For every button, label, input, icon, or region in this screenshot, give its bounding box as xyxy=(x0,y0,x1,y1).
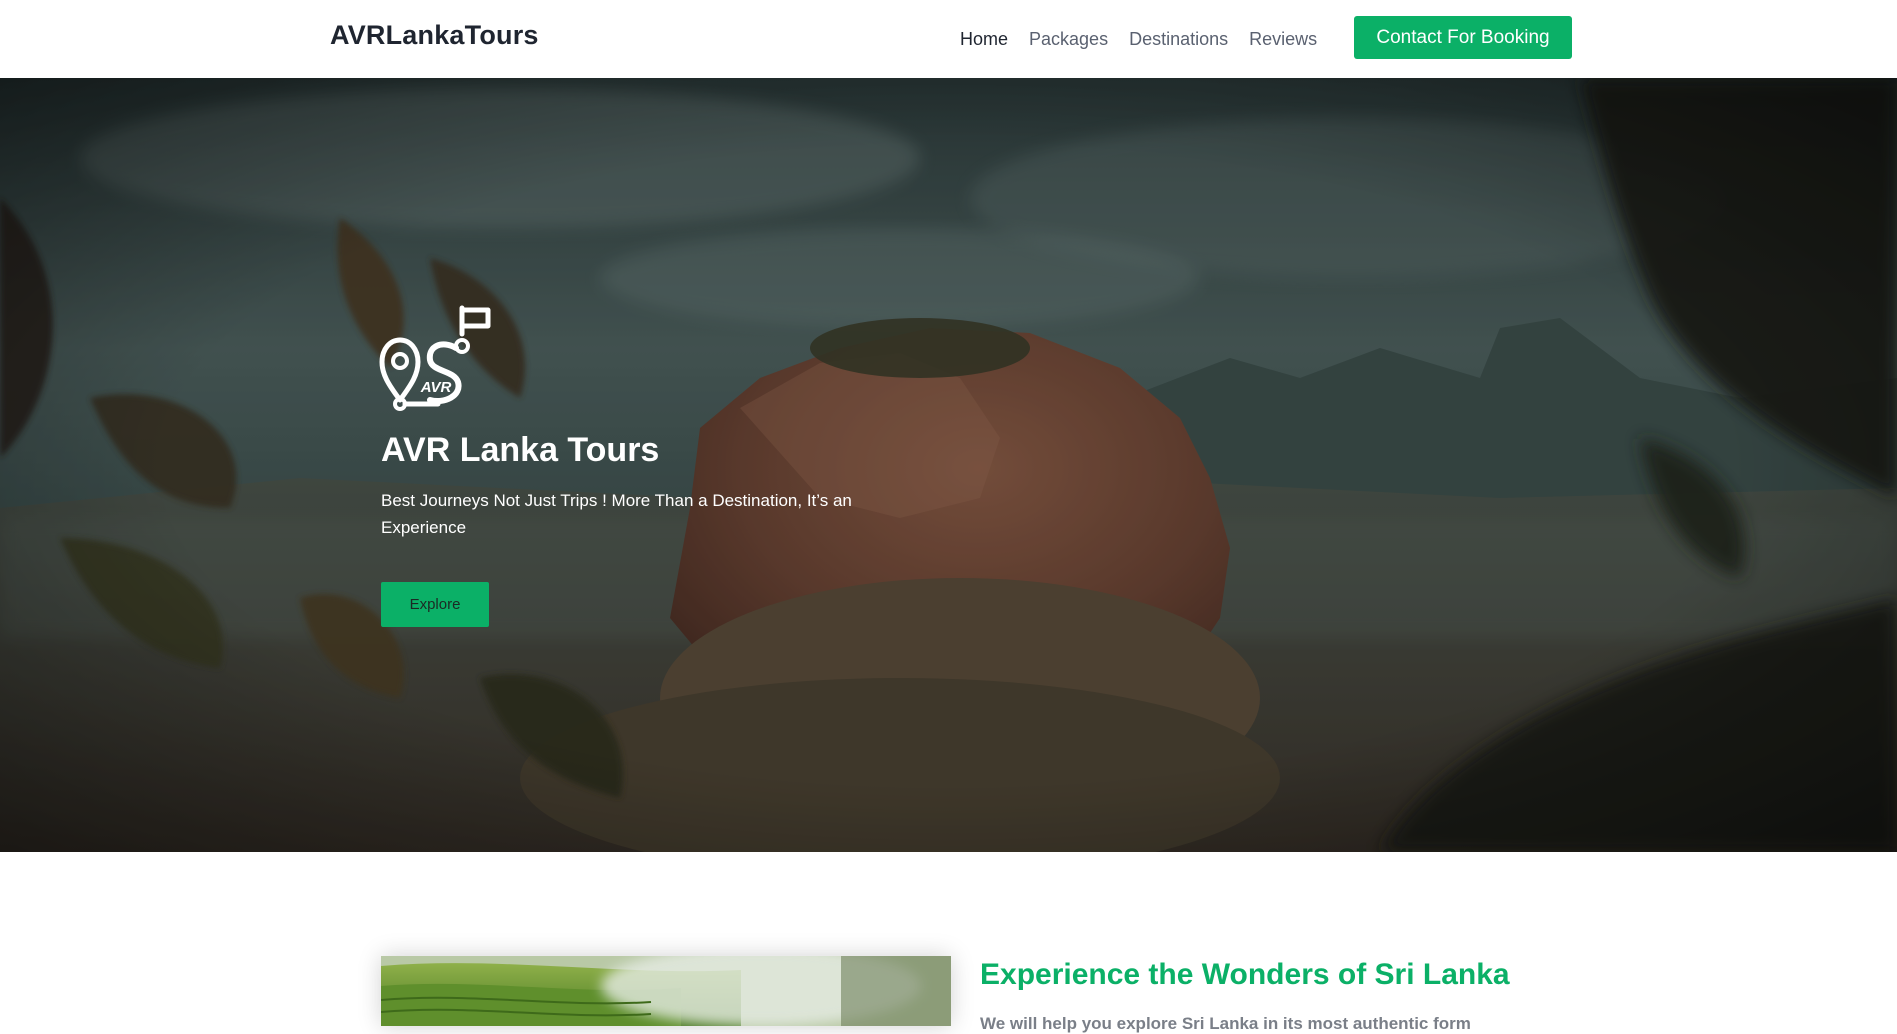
explore-button[interactable]: Explore xyxy=(381,582,489,627)
intro-text: We will help you explore Sri Lanka in it… xyxy=(980,1014,1471,1033)
main-nav: Home Packages Destinations Reviews xyxy=(960,0,1338,78)
contact-for-booking-button[interactable]: Contact For Booking xyxy=(1354,16,1572,59)
brand-logo-link[interactable]: AVRLankaTours xyxy=(330,20,539,51)
intro-image xyxy=(381,956,951,1026)
hero-title: AVR Lanka Tours xyxy=(381,431,660,469)
top-navbar: AVRLankaTours Home Packages Destinations… xyxy=(0,0,1897,78)
nav-link-home[interactable]: Home xyxy=(960,29,1008,50)
hero-dark-overlay xyxy=(0,78,1897,852)
intro-heading: Experience the Wonders of Sri Lanka xyxy=(980,958,1510,991)
nav-link-destinations[interactable]: Destinations xyxy=(1129,29,1228,50)
avr-route-logo-icon: AVR xyxy=(379,305,491,411)
nav-link-packages[interactable]: Packages xyxy=(1029,29,1108,50)
avr-logo-text: AVR xyxy=(420,379,452,396)
hero-section: AVR AVR Lanka Tours Best Journeys Not Ju… xyxy=(0,78,1897,852)
hero-subtitle: Best Journeys Not Just Trips ! More Than… xyxy=(381,491,852,537)
tea-plantation-photo xyxy=(381,956,951,1026)
nav-link-reviews[interactable]: Reviews xyxy=(1249,29,1317,50)
